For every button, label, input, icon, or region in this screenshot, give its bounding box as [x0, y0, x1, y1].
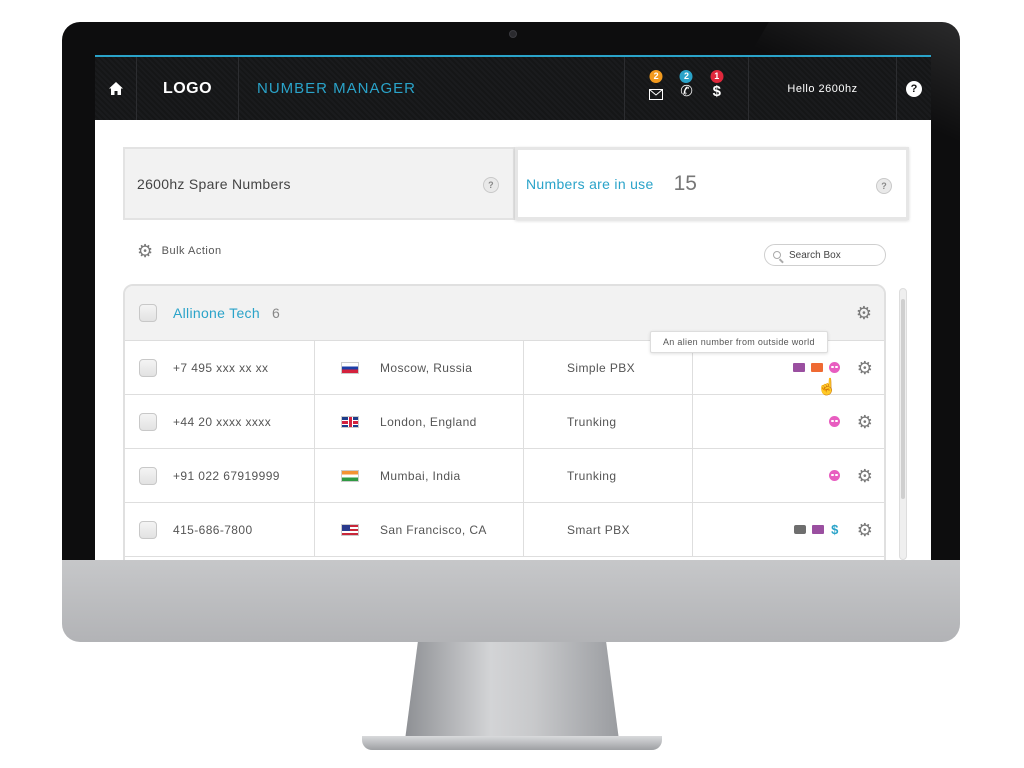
table-row: +44 20 xxxx xxxx London, England Trunkin… — [125, 395, 884, 449]
location: Mumbai, India — [380, 468, 461, 483]
row-settings-gear-icon[interactable]: ⚙ — [857, 413, 874, 431]
bulk-action-button[interactable]: ⚙ Bulk Action — [137, 242, 222, 260]
location: Moscow, Russia — [380, 360, 473, 375]
number-group: Allinone Tech 6 ⚙ +7 495 xxx xx xx Mosco… — [123, 284, 886, 560]
group-name[interactable]: Allinone Tech — [173, 305, 260, 321]
phone-notification[interactable]: 2 ✆ — [675, 69, 697, 100]
bulk-action-label: Bulk Action — [161, 245, 222, 257]
group-count: 6 — [271, 305, 280, 321]
group-checkbox[interactable] — [139, 304, 157, 322]
screen: LOGO NUMBER MANAGER 2 2 ✆ 1 $ Hello 2600… — [95, 55, 931, 560]
in-use-card[interactable]: Numbers are in use 15 ? — [515, 147, 909, 220]
dollar-icon[interactable]: $ — [830, 522, 840, 537]
india-flag-icon — [341, 469, 359, 482]
alien-tooltip: An alien number from outside world — [650, 331, 828, 353]
home-icon — [108, 82, 123, 95]
app-title: NUMBER MANAGER — [239, 57, 625, 120]
feature-icons — [693, 395, 846, 448]
voicemail-notification[interactable]: 2 — [645, 69, 667, 100]
location: London, England — [380, 414, 477, 429]
mail-icon[interactable] — [793, 363, 805, 372]
row-settings-gear-icon[interactable]: ⚙ — [857, 467, 874, 485]
table-row: 415-686-7800 San Francisco, CA Smart PBX… — [125, 503, 884, 557]
logo[interactable]: LOGO — [137, 57, 239, 120]
scrollbar[interactable] — [899, 288, 907, 560]
alien-icon[interactable] — [829, 362, 840, 373]
in-use-count: 15 — [673, 171, 697, 195]
alien-icon[interactable] — [829, 470, 840, 481]
spare-help-icon[interactable]: ? — [483, 177, 499, 193]
app-header: LOGO NUMBER MANAGER 2 2 ✆ 1 $ Hello 2600… — [95, 57, 931, 120]
feature-icons — [693, 449, 846, 502]
billing-badge: 1 — [710, 69, 724, 83]
service-type: Smart PBX — [524, 503, 693, 556]
feature-icons: $ — [693, 503, 846, 556]
group-settings-gear-icon[interactable]: ⚙ — [856, 304, 872, 322]
phone-number: +91 022 67919999 — [173, 468, 280, 483]
mail-icon[interactable] — [812, 525, 824, 534]
phone-number: 415-686-7800 — [173, 522, 253, 537]
search-input[interactable]: Search Box — [764, 244, 886, 266]
phone-number: +44 20 xxxx xxxx — [173, 414, 272, 429]
phone-number: +7 495 xxx xx xx — [173, 360, 269, 375]
service-type: Trunking — [524, 449, 693, 502]
help-icon: ? — [906, 80, 922, 97]
row-checkbox[interactable] — [139, 412, 157, 431]
camera — [509, 30, 517, 38]
alien-icon[interactable] — [829, 416, 840, 427]
voicemail-badge: 2 — [649, 69, 663, 83]
monitor-chin — [62, 560, 960, 642]
search-icon — [773, 251, 781, 259]
in-use-label: Numbers are in use — [526, 175, 654, 192]
spare-numbers-label: 2600hz Spare Numbers — [137, 175, 291, 192]
row-checkbox[interactable] — [139, 520, 157, 539]
scroll-thumb[interactable] — [901, 299, 905, 499]
in-use-help-icon[interactable]: ? — [876, 178, 892, 194]
phone-badge: 2 — [679, 69, 693, 83]
row-settings-gear-icon[interactable]: ⚙ — [857, 359, 874, 377]
spare-numbers-card[interactable]: 2600hz Spare Numbers ? — [123, 147, 515, 220]
uk-flag-icon — [341, 415, 359, 428]
fax-icon[interactable] — [811, 363, 823, 372]
row-checkbox[interactable] — [139, 466, 157, 485]
notification-group: 2 2 ✆ 1 $ — [625, 57, 749, 120]
dollar-icon: $ — [712, 82, 721, 100]
search-placeholder: Search Box — [789, 249, 841, 261]
hand-cursor-icon: ☝ — [817, 379, 837, 396]
monitor-stand-base — [362, 736, 662, 750]
row-settings-gear-icon[interactable]: ⚙ — [857, 521, 874, 539]
russia-flag-icon — [341, 361, 359, 374]
location: San Francisco, CA — [380, 522, 487, 537]
voicemail-icon — [649, 88, 664, 100]
table-row: +91 022 67919999 Mumbai, India Trunking … — [125, 449, 884, 503]
billing-notification[interactable]: 1 $ — [706, 69, 728, 100]
gear-icon: ⚙ — [137, 241, 154, 261]
home-button[interactable] — [95, 57, 137, 120]
service-type: Trunking — [524, 395, 693, 448]
row-checkbox[interactable] — [139, 358, 157, 377]
monitor-stand — [405, 642, 619, 740]
user-greeting[interactable]: Hello 2600hz — [749, 57, 897, 120]
printer-icon[interactable] — [794, 525, 806, 534]
help-button[interactable]: ? — [897, 57, 931, 120]
phone-icon: ✆ — [680, 82, 693, 100]
usa-flag-icon — [341, 523, 359, 536]
